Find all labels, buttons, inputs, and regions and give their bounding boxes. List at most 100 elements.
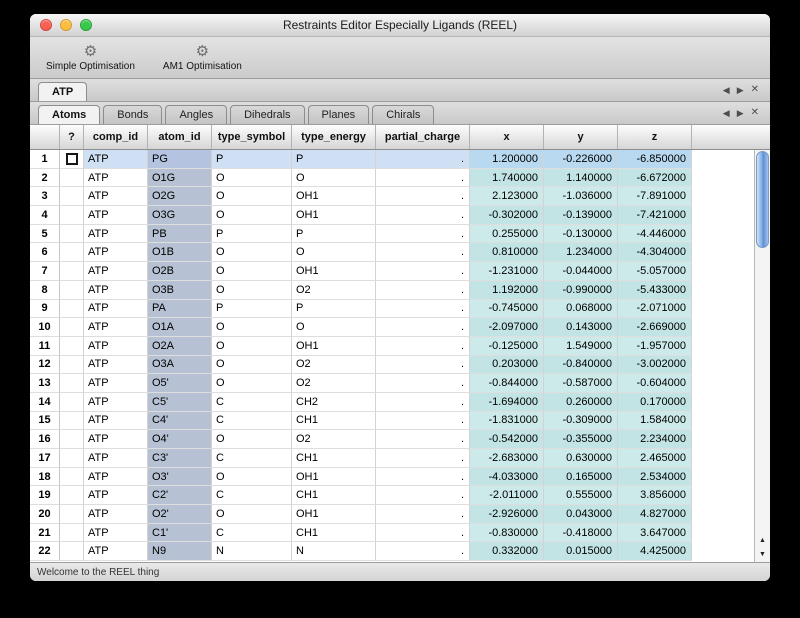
cell-type-symbol[interactable]: O: [212, 206, 292, 225]
column-header-type-energy[interactable]: type_energy: [292, 125, 376, 149]
cell-type-energy[interactable]: OH1: [292, 206, 376, 225]
cell-z[interactable]: -6.672000: [618, 169, 692, 188]
cell-type-symbol[interactable]: C: [212, 449, 292, 468]
cell-atom-id[interactable]: O2G: [148, 187, 212, 206]
cell-type-energy[interactable]: CH1: [292, 449, 376, 468]
cell-x[interactable]: 1.192000: [470, 281, 544, 300]
cell-atom-id[interactable]: C4': [148, 412, 212, 431]
cell-type-energy[interactable]: N: [292, 542, 376, 561]
cell-z[interactable]: 3.647000: [618, 524, 692, 543]
focused-checkbox[interactable]: [66, 153, 78, 165]
cell-atom-id[interactable]: PG: [148, 150, 212, 169]
cell-type-energy[interactable]: CH1: [292, 486, 376, 505]
cell-x[interactable]: 0.255000: [470, 225, 544, 244]
cell-partial-charge[interactable]: .: [376, 449, 470, 468]
cell-y[interactable]: 0.260000: [544, 393, 618, 412]
table-row[interactable]: 2ATPO1GOO.1.7400001.140000-6.672000: [30, 169, 754, 188]
tab-close-icon[interactable]: ✕: [751, 108, 759, 118]
cell-z[interactable]: 4.827000: [618, 505, 692, 524]
cell-y[interactable]: -0.044000: [544, 262, 618, 281]
cell-atom-id[interactable]: PB: [148, 225, 212, 244]
cell-atom-id[interactable]: O2A: [148, 337, 212, 356]
table-row[interactable]: 13ATPO5'OO2.-0.844000-0.587000-0.604000: [30, 374, 754, 393]
cell-type-energy[interactable]: O2: [292, 356, 376, 375]
column-header-type-symbol[interactable]: type_symbol: [212, 125, 292, 149]
cell-z[interactable]: 2.234000: [618, 430, 692, 449]
scroll-up-button[interactable]: ▲: [755, 533, 770, 547]
table-row[interactable]: 14ATPC5'CCH2.-1.6940000.2600000.170000: [30, 393, 754, 412]
cell-y[interactable]: 0.143000: [544, 318, 618, 337]
scroll-down-button[interactable]: ▼: [755, 547, 770, 561]
tab-atoms[interactable]: Atoms: [38, 105, 100, 124]
cell-partial-charge[interactable]: .: [376, 281, 470, 300]
cell-x[interactable]: -1.231000: [470, 262, 544, 281]
cell-x[interactable]: 1.200000: [470, 150, 544, 169]
cell-type-symbol[interactable]: O: [212, 337, 292, 356]
cell-type-energy[interactable]: CH1: [292, 524, 376, 543]
table-row[interactable]: 5ATPPBPP.0.255000-0.130000-4.446000: [30, 225, 754, 244]
cell-x[interactable]: -2.683000: [470, 449, 544, 468]
cell-partial-charge[interactable]: .: [376, 150, 470, 169]
cell-z[interactable]: -1.957000: [618, 337, 692, 356]
tab-atp[interactable]: ATP: [38, 82, 87, 101]
cell-y[interactable]: -0.309000: [544, 412, 618, 431]
cell-type-symbol[interactable]: O: [212, 169, 292, 188]
cell-type-symbol[interactable]: C: [212, 412, 292, 431]
column-header-question-mark[interactable]: ?: [60, 125, 84, 149]
table-row[interactable]: 8ATPO3BOO2.1.192000-0.990000-5.433000: [30, 281, 754, 300]
cell-x[interactable]: 0.332000: [470, 542, 544, 561]
cell-z[interactable]: -2.071000: [618, 300, 692, 319]
cell-y[interactable]: 1.549000: [544, 337, 618, 356]
cell-atom-id[interactable]: N9: [148, 542, 212, 561]
cell-comp-id[interactable]: ATP: [84, 393, 148, 412]
cell-z[interactable]: -7.891000: [618, 187, 692, 206]
cell-x[interactable]: -0.125000: [470, 337, 544, 356]
cell-z[interactable]: -3.002000: [618, 356, 692, 375]
cell-z[interactable]: -2.669000: [618, 318, 692, 337]
cell-partial-charge[interactable]: .: [376, 187, 470, 206]
column-header-y[interactable]: y: [544, 125, 618, 149]
cell-type-energy[interactable]: OH1: [292, 337, 376, 356]
cell-partial-charge[interactable]: .: [376, 300, 470, 319]
cell-comp-id[interactable]: ATP: [84, 505, 148, 524]
cell-atom-id[interactable]: O4': [148, 430, 212, 449]
cell-y[interactable]: -0.587000: [544, 374, 618, 393]
table-row[interactable]: 21ATPC1'CCH1.-0.830000-0.4180003.647000: [30, 524, 754, 543]
cell-type-energy[interactable]: O2: [292, 430, 376, 449]
cell-comp-id[interactable]: ATP: [84, 169, 148, 188]
checkbox-cell[interactable]: [60, 300, 84, 319]
cell-comp-id[interactable]: ATP: [84, 187, 148, 206]
table-row[interactable]: 3ATPO2GOOH1.2.123000-1.036000-7.891000: [30, 187, 754, 206]
cell-atom-id[interactable]: C1': [148, 524, 212, 543]
simple-optimisation-button[interactable]: ⚙ Simple Optimisation: [46, 44, 135, 72]
table-row[interactable]: 4ATPO3GOOH1.-0.302000-0.139000-7.421000: [30, 206, 754, 225]
tab-scroll-right-icon[interactable]: ▶: [737, 109, 744, 118]
cell-atom-id[interactable]: O2': [148, 505, 212, 524]
cell-comp-id[interactable]: ATP: [84, 524, 148, 543]
checkbox-cell[interactable]: [60, 449, 84, 468]
checkbox-cell[interactable]: [60, 542, 84, 561]
checkbox-cell[interactable]: [60, 468, 84, 487]
cell-z[interactable]: 1.584000: [618, 412, 692, 431]
cell-x[interactable]: -4.033000: [470, 468, 544, 487]
table-row[interactable]: 16ATPO4'OO2.-0.542000-0.3550002.234000: [30, 430, 754, 449]
cell-type-energy[interactable]: P: [292, 300, 376, 319]
tab-scroll-right-icon[interactable]: ▶: [737, 86, 744, 95]
tab-angles[interactable]: Angles: [165, 105, 227, 124]
cell-z[interactable]: -5.057000: [618, 262, 692, 281]
cell-y[interactable]: 0.015000: [544, 542, 618, 561]
cell-partial-charge[interactable]: .: [376, 318, 470, 337]
table-row[interactable]: 7ATPO2BOOH1.-1.231000-0.044000-5.057000: [30, 262, 754, 281]
cell-atom-id[interactable]: O1A: [148, 318, 212, 337]
column-header-x[interactable]: x: [470, 125, 544, 149]
checkbox-cell[interactable]: [60, 262, 84, 281]
cell-type-energy[interactable]: P: [292, 150, 376, 169]
table-row[interactable]: 10ATPO1AOO.-2.0970000.143000-2.669000: [30, 318, 754, 337]
cell-atom-id[interactable]: O5': [148, 374, 212, 393]
cell-type-symbol[interactable]: O: [212, 430, 292, 449]
checkbox-cell[interactable]: [60, 243, 84, 262]
cell-partial-charge[interactable]: .: [376, 524, 470, 543]
cell-z[interactable]: 2.465000: [618, 449, 692, 468]
vertical-scrollbar[interactable]: ▲ ▼: [754, 150, 770, 562]
cell-partial-charge[interactable]: .: [376, 412, 470, 431]
